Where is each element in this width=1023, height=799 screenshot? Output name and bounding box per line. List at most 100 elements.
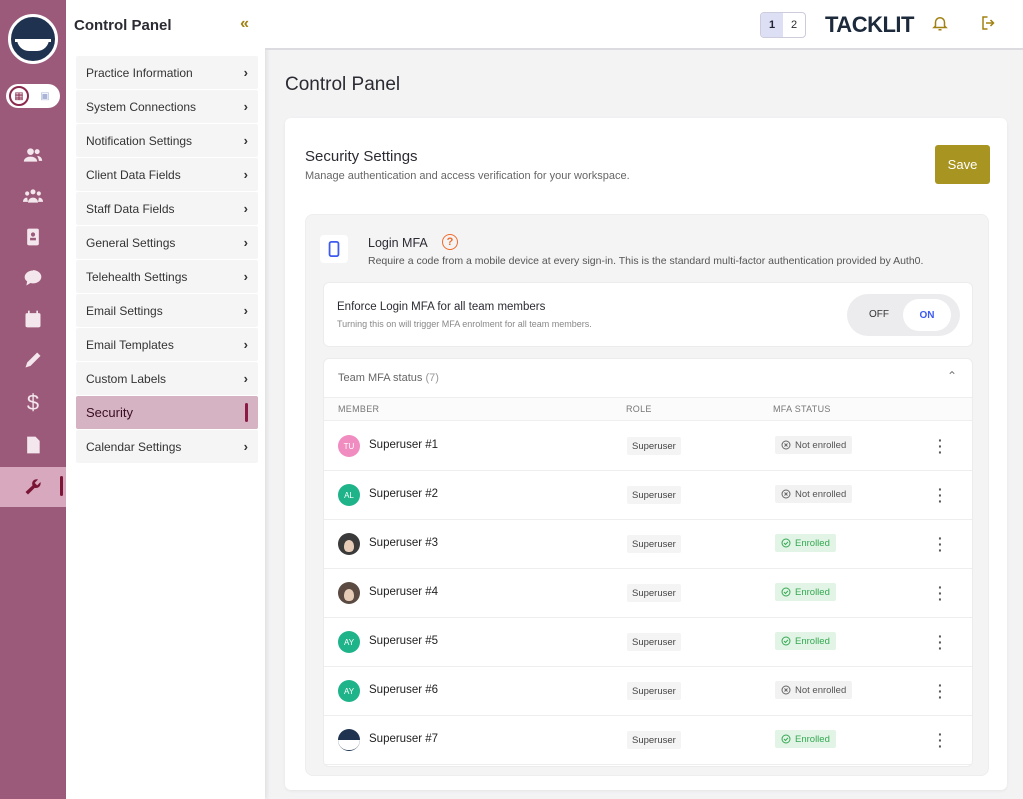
chevron-right-icon: ›: [243, 337, 248, 352]
page-title: Control Panel: [285, 74, 401, 95]
member-name: Superuser #6: [369, 684, 439, 696]
check-circle-icon: [781, 587, 791, 597]
help-icon[interactable]: ?: [442, 234, 458, 250]
more-options-icon[interactable]: · · ·: [938, 580, 943, 606]
x-circle-icon: [781, 440, 791, 450]
table-header: MEMBER ROLE MFA STATUS: [324, 397, 972, 421]
toggle-off-option[interactable]: OFF: [869, 309, 889, 320]
dollar-icon[interactable]: $: [0, 384, 66, 422]
nav-item[interactable]: General Settings ›: [76, 226, 258, 259]
calendar-icon[interactable]: [0, 300, 66, 338]
mfa-status-label: Enrolled: [795, 586, 830, 598]
nav-item[interactable]: Calendar Settings ›: [76, 430, 258, 463]
mfa-description: Require a code from a mobile device at e…: [368, 255, 924, 267]
mfa-status-badge: Enrolled: [775, 730, 836, 748]
team-mfa-header[interactable]: Team MFA status (7): [338, 372, 439, 384]
group-icon[interactable]: [0, 177, 66, 215]
table-row: AY Superuser #5 Superuser Enrolled · · ·: [324, 618, 972, 667]
nav-item-label: Notification Settings: [86, 133, 193, 148]
role-badge: Superuser: [627, 682, 681, 700]
nav-item[interactable]: Security: [76, 396, 258, 429]
table-row: AY Superuser #6 Superuser Not enrolled · · ·: [324, 667, 972, 716]
chevron-right-icon: ›: [243, 371, 248, 386]
nav-item[interactable]: Telehealth Settings ›: [76, 260, 258, 293]
bell-icon[interactable]: [931, 14, 949, 35]
avatar: AL: [338, 484, 360, 506]
chevron-right-icon: ›: [243, 167, 248, 182]
practice-icon[interactable]: ▦: [9, 86, 29, 106]
users-icon[interactable]: [0, 136, 66, 174]
brand-logo: TACKLIT: [825, 12, 914, 37]
workspace-toggle[interactable]: ▦ ▣: [6, 84, 60, 108]
active-indicator: [245, 403, 248, 422]
nav-item-label: Client Data Fields: [86, 167, 181, 182]
enforce-title: Enforce Login MFA for all team members: [337, 301, 546, 313]
page-button[interactable]: 2: [783, 13, 805, 37]
nav-item-label: Custom Labels: [86, 371, 167, 386]
practice-logo[interactable]: [8, 14, 58, 64]
nav-item[interactable]: Notification Settings ›: [76, 124, 258, 157]
logout-icon[interactable]: [980, 14, 998, 35]
more-options-icon[interactable]: · · ·: [938, 531, 943, 557]
nav-item[interactable]: Practice Information ›: [76, 56, 258, 89]
app-rail: ▦ ▣ $: [0, 0, 66, 799]
mfa-status-badge: Not enrolled: [775, 681, 853, 699]
nav-item[interactable]: Custom Labels ›: [76, 362, 258, 395]
avatar: [338, 582, 360, 604]
chevron-right-icon: ›: [243, 303, 248, 318]
mfa-status-label: Not enrolled: [795, 439, 847, 451]
more-options-icon[interactable]: · · ·: [938, 629, 943, 655]
more-options-icon[interactable]: · · ·: [938, 433, 943, 459]
page-switcher[interactable]: 12: [760, 12, 806, 38]
mfa-status-label: Enrolled: [795, 635, 830, 647]
nav-item[interactable]: Email Settings ›: [76, 294, 258, 327]
role-badge: Superuser: [627, 535, 681, 553]
toggle-on-option[interactable]: ON: [903, 299, 951, 331]
enforce-mfa-toggle[interactable]: OFF ON: [847, 294, 960, 336]
table-row: Superuser #4 Superuser Enrolled · · ·: [324, 569, 972, 618]
avatar: AY: [338, 631, 360, 653]
nav-item[interactable]: Client Data Fields ›: [76, 158, 258, 191]
nav-item-label: General Settings: [86, 235, 176, 250]
mfa-status-badge: Not enrolled: [775, 436, 853, 454]
contact-book-icon[interactable]: [0, 218, 66, 256]
member-name: Superuser #4: [369, 586, 439, 598]
more-options-icon[interactable]: · · ·: [938, 678, 943, 704]
check-circle-icon: [781, 636, 791, 646]
nav-item[interactable]: Staff Data Fields ›: [76, 192, 258, 225]
nav-item-label: System Connections: [86, 99, 197, 114]
nav-item[interactable]: Email Templates ›: [76, 328, 258, 361]
team-mfa-status: Team MFA status (7) ⌃ MEMBER ROLE MFA ST…: [323, 358, 973, 767]
page-button[interactable]: 1: [761, 13, 783, 37]
enforce-subtitle: Turning this on will trigger MFA enrolme…: [337, 319, 592, 329]
chevron-right-icon: ›: [243, 99, 248, 114]
wrench-icon[interactable]: [0, 467, 66, 507]
more-options-icon[interactable]: · · ·: [938, 482, 943, 508]
section-title: Security Settings: [305, 148, 418, 165]
chat-icon[interactable]: [0, 259, 66, 297]
member-name: Superuser #5: [369, 635, 439, 647]
chevron-right-icon: ›: [243, 439, 248, 454]
document-icon[interactable]: [0, 426, 66, 464]
mfa-status-badge: Not enrolled: [775, 485, 853, 503]
mfa-status-badge: Enrolled: [775, 632, 836, 650]
more-options-icon[interactable]: · · ·: [938, 727, 943, 753]
nav-item[interactable]: System Connections ›: [76, 90, 258, 123]
security-card: Security Settings Manage authentication …: [285, 118, 1007, 790]
check-circle-icon: [781, 538, 791, 548]
avatar-photo: [338, 740, 360, 750]
mfa-status-label: Not enrolled: [795, 684, 847, 696]
pencil-icon[interactable]: [0, 341, 66, 379]
save-button[interactable]: Save: [935, 145, 990, 184]
briefcase-icon[interactable]: ▣: [35, 86, 55, 106]
mfa-panel: Login MFA ? Require a code from a mobile…: [305, 214, 989, 776]
chevron-right-icon: ›: [243, 133, 248, 148]
chevron-up-icon[interactable]: ⌃: [947, 369, 957, 383]
role-badge: Superuser: [627, 486, 681, 504]
enforce-mfa-setting: Enforce Login MFA for all team members T…: [323, 282, 973, 347]
chevron-right-icon: ›: [243, 235, 248, 250]
role-badge: Superuser: [627, 731, 681, 749]
nav-list: Practice Information › System Connections ›…: [76, 56, 258, 464]
mobile-phone-icon: [320, 235, 348, 263]
collapse-icon[interactable]: «: [240, 15, 249, 33]
